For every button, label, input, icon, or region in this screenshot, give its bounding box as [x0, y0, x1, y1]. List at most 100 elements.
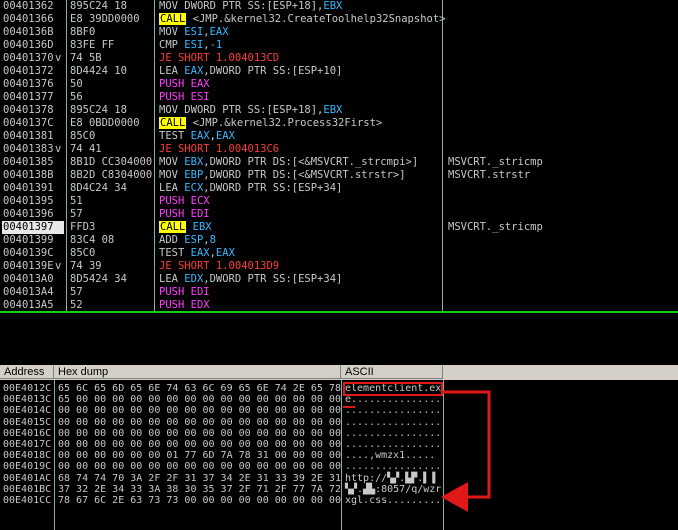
dump-row[interactable]: 00E4014C 00 00 00 00 00 00 00 00 00 00 00…	[0, 405, 678, 416]
mnemonic: CALL	[159, 117, 187, 129]
opcode-bytes: 56	[70, 91, 83, 103]
mnemonic: ADD	[159, 234, 178, 246]
operand: EBX	[184, 156, 204, 168]
dump-address: 00E4018C	[3, 450, 52, 462]
instruction-address: 00401396	[3, 208, 54, 220]
jump-arrow-icon: v	[55, 143, 62, 155]
disasm-row[interactable]: 00401362 895C24 18 MOV DWORD PTR SS:[ESP+1…	[0, 0, 678, 13]
operand: EAX	[215, 130, 235, 142]
instruction-text: LEA ECX,DWORD PTR SS:[ESP+34]	[159, 182, 441, 195]
disasm-row[interactable]: 00401395 51 PUSH ECX	[0, 195, 678, 208]
dump-row[interactable]: 00E4018C 00 00 00 00 00 00 01 77 6D 7A 78…	[0, 450, 678, 461]
disasm-row[interactable]: 0040136B 8BF0 MOV ESI,EAX	[0, 26, 678, 39]
operand: EBP	[184, 169, 204, 181]
dump-row[interactable]: 00E4019C 00 00 00 00 00 00 00 00 00 00 00…	[0, 461, 678, 472]
hex-dump-pane[interactable]: Address Hex dump ASCII 00E4012C 65 6C 65 …	[0, 365, 678, 530]
operand: EAX	[184, 65, 204, 77]
header-hex-dump[interactable]: Hex dump	[54, 365, 341, 379]
instruction-text: CALL EBX	[159, 221, 441, 234]
disasm-row[interactable]: 00401399 83C4 08 ADD ESP,8	[0, 234, 678, 247]
disasm-row[interactable]: 00401397 FFD3 CALL EBX MSVCRT._stricmp	[0, 221, 678, 234]
disasm-row[interactable]: 0040137C E8 0BDD0000 CALL <JMP.&kernel32.P…	[0, 117, 678, 130]
instruction-address: 0040138B	[3, 169, 54, 181]
mnemonic: PUSH	[159, 299, 185, 311]
operand: EAX	[190, 130, 210, 142]
dump-row[interactable]: 00E4012C 65 6C 65 6D 65 6E 74 63 6C 69 65…	[0, 383, 678, 394]
disasm-row[interactable]: 00401372 8D4424 10 LEA EAX,DWORD PTR SS:[E…	[0, 65, 678, 78]
opcode-bytes: 8D4424 10	[70, 65, 127, 77]
instruction-text: PUSH EAX	[159, 78, 441, 91]
disasm-row[interactable]: 00401396 57 PUSH EDI	[0, 208, 678, 221]
disasm-row[interactable]: 0040139C 85C0 TEST EAX,EAX	[0, 247, 678, 260]
disasm-row[interactable]: 004013A4 57 PUSH EDI	[0, 286, 678, 299]
instruction-address: 00401385	[3, 156, 54, 168]
dump-address: 00E401BC	[3, 483, 52, 495]
instruction-address: 00401362	[3, 0, 54, 12]
dump-hex-bytes: 00 00 00 00 00 00 00 00 00 00 00 00 00 0…	[58, 427, 341, 439]
opcode-bytes: 74 39	[70, 260, 102, 272]
header-ascii[interactable]: ASCII	[341, 365, 443, 379]
instruction-text: JE SHORT 1.004013CD	[159, 52, 441, 65]
dump-hex-bytes: 00 00 00 00 00 00 00 00 00 00 00 00 00 0…	[58, 439, 341, 450]
dump-address: 00E4013C	[3, 394, 52, 406]
instruction-address: 00401376	[3, 78, 54, 90]
instruction-text: JE SHORT 1.004013D9	[159, 260, 441, 273]
disasm-row[interactable]: 00401383 v 74 41 JE SHORT 1.004013C6	[0, 143, 678, 156]
mnemonic: PUSH	[159, 195, 185, 207]
mnemonic: MOV	[159, 169, 178, 181]
operand: EBX	[323, 0, 343, 12]
instruction-address: 00401377	[3, 91, 54, 103]
disassembly-pane[interactable]: 00401362 895C24 18 MOV DWORD PTR SS:[ESP+1…	[0, 0, 678, 311]
instruction-text: CALL <JMP.&kernel32.CreateToolhelp32Snap…	[159, 13, 445, 26]
disasm-row[interactable]: 00401381 85C0 TEST EAX,EAX	[0, 130, 678, 143]
operand: ECX	[184, 182, 204, 194]
disasm-row[interactable]: 00401385 8B1D CC304000 MOV EBX,DWORD PTR D…	[0, 156, 678, 169]
disasm-row[interactable]: 0040139E v 74 39 JE SHORT 1.004013D9	[0, 260, 678, 273]
operand: EDI	[190, 208, 210, 220]
opcode-bytes: 8D4C24 34	[70, 182, 127, 194]
dump-row[interactable]: 00E4016C 00 00 00 00 00 00 00 00 00 00 00…	[0, 428, 678, 439]
dump-row[interactable]: 00E401AC 68 74 74 70 3A 2F 2F 31 37 34 2E…	[0, 473, 678, 484]
disasm-row[interactable]: 00401366 E8 39DD0000 CALL <JMP.&kernel32.C…	[0, 13, 678, 26]
mnemonic: PUSH	[159, 286, 185, 298]
instruction-text: PUSH EDI	[159, 286, 441, 299]
instruction-address: 004013A5	[3, 299, 54, 311]
dump-row[interactable]: 00E4017C 00 00 00 00 00 00 00 00 00 00 00…	[0, 439, 678, 450]
dump-row[interactable]: 00E4013C 65 00 00 00 00 00 00 00 00 00 00…	[0, 394, 678, 405]
instruction-text: CALL <JMP.&kernel32.Process32First>	[159, 117, 441, 130]
pane-splitter[interactable]	[0, 311, 678, 313]
dump-ascii: ................	[345, 427, 442, 439]
instruction-text: LEA EAX,DWORD PTR SS:[ESP+10]	[159, 65, 441, 78]
disasm-row[interactable]: 004013A5 52 PUSH EDX	[0, 299, 678, 311]
disasm-row[interactable]: 00401378 895C24 18 MOV DWORD PTR SS:[ESP+1…	[0, 104, 678, 117]
disasm-row[interactable]: 00401377 56 PUSH ESI	[0, 91, 678, 104]
dump-address: 00E4019C	[3, 461, 52, 473]
disasm-row[interactable]: 0040138B 8B2D C8304000 MOV EBP,DWORD PTR D…	[0, 169, 678, 182]
dump-address: 00E401AC	[3, 472, 52, 484]
operand: EDX	[190, 299, 210, 311]
mnemonic: MOV	[159, 26, 178, 38]
disasm-row[interactable]: 00401370 v 74 5B JE SHORT 1.004013CD	[0, 52, 678, 65]
disasm-row[interactable]: 0040136D 83FE FF CMP ESI,-1	[0, 39, 678, 52]
operand: <JMP.&kernel32.CreateToolhelp32Snapshot>	[186, 13, 446, 25]
opcode-bytes: 8BF0	[70, 26, 96, 38]
operand: ,DWORD PTR SS:[ESP+34]	[203, 273, 343, 285]
dump-hex-bytes: 00 00 00 00 00 00 00 00 00 00 00 00 00 0…	[58, 461, 341, 473]
dump-row[interactable]: 00E4015C 00 00 00 00 00 00 00 00 00 00 00…	[0, 417, 678, 428]
dump-ascii: ................	[345, 416, 442, 428]
disasm-row[interactable]: 00401391 8D4C24 34 LEA ECX,DWORD PTR SS:[E…	[0, 182, 678, 195]
dump-row[interactable]: 00E401BC 37 32 2E 34 33 3A 38 30 35 37 2F…	[0, 484, 678, 495]
disasm-row[interactable]: 00401376 50 PUSH EAX	[0, 78, 678, 91]
dump-address: 00E4017C	[3, 439, 52, 450]
header-address[interactable]: Address	[0, 365, 54, 379]
mnemonic: MOV	[159, 156, 178, 168]
disasm-row[interactable]: 004013A0 8D5424 34 LEA EDX,DWORD PTR SS:[E…	[0, 273, 678, 286]
instruction-text: ADD ESP,8	[159, 234, 441, 247]
instruction-text: TEST EAX,EAX	[159, 247, 441, 260]
opcode-bytes: 85C0	[70, 130, 96, 142]
dump-address: 00E4012C	[3, 383, 52, 394]
opcode-bytes: 895C24 18	[70, 104, 127, 116]
dump-row[interactable]: 00E401CC 78 67 6C 2E 63 73 73 00 00 00 00…	[0, 495, 678, 506]
dump-ascii: ▚▞.▟▙:8057/q/wzr	[345, 483, 442, 495]
opcode-bytes: 895C24 18	[70, 0, 127, 12]
